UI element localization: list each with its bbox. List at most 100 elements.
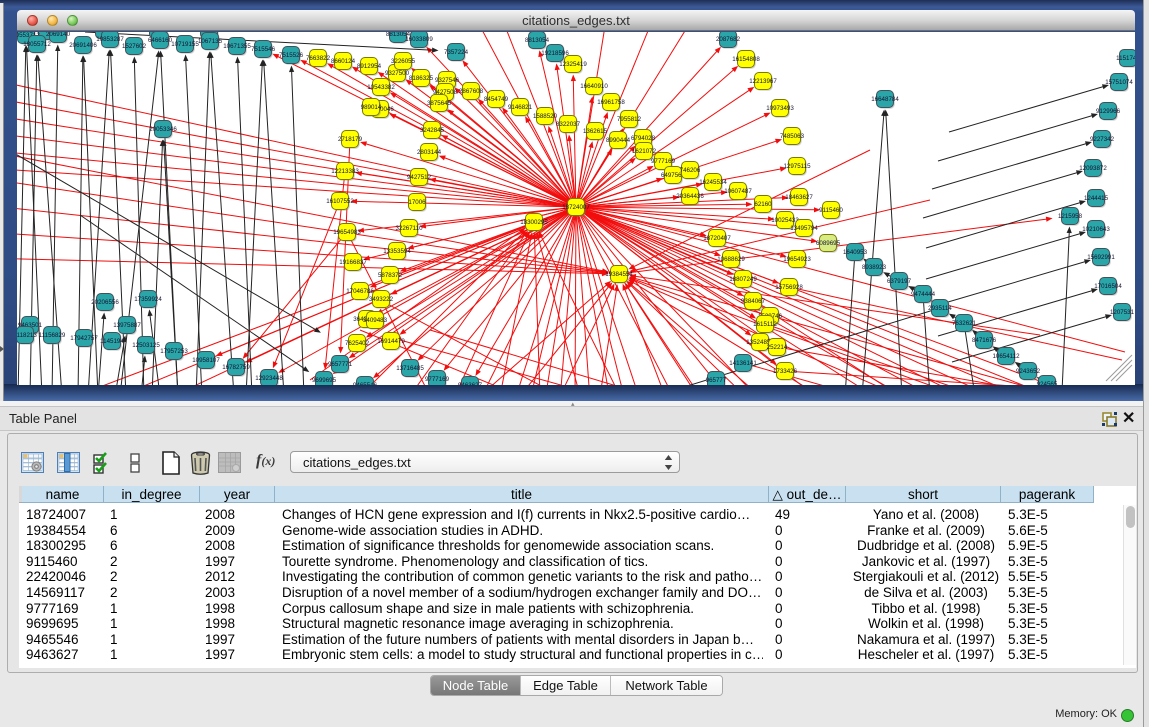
svg-text:19166837: 19166837 [339,259,367,266]
svg-text:16245534: 16245534 [699,179,727,186]
svg-text:17006: 17006 [408,199,426,206]
svg-text:2803144: 2803144 [417,149,442,156]
svg-text:3875645: 3875645 [427,100,452,107]
svg-text:6089695: 6089695 [816,240,841,247]
svg-text:9465546: 9465546 [353,382,378,385]
svg-text:9327546: 9327546 [435,77,460,84]
svg-text:10719155: 10719155 [171,41,199,48]
svg-text:9115460: 9115460 [819,207,843,214]
svg-text:924565: 924565 [1037,381,1058,385]
svg-text:16961758: 16961758 [597,99,625,106]
svg-text:1588520: 1588520 [533,113,558,120]
svg-text:8454749: 8454749 [484,96,509,103]
svg-text:1621072: 1621072 [632,148,657,155]
svg-text:7625402: 7625402 [345,340,370,347]
svg-text:9384067: 9384067 [741,298,766,305]
svg-text:9657771: 9657771 [328,361,353,368]
svg-text:9243652: 9243652 [1016,368,1041,375]
svg-text:17957253: 17957253 [160,348,188,355]
svg-text:14136141: 14136141 [729,360,757,367]
svg-text:16640910: 16640910 [580,83,608,90]
svg-text:12503125: 12503125 [132,342,160,349]
svg-text:15692991: 15692991 [1087,254,1115,261]
svg-text:10543382: 10543382 [367,84,395,91]
svg-text:3226055: 3226055 [391,58,416,65]
svg-text:7485063: 7485063 [780,133,805,140]
svg-text:15756928: 15756928 [775,284,803,291]
svg-text:19654923: 19654923 [783,256,811,263]
svg-text:32267110: 32267110 [395,225,423,232]
svg-text:1151742: 1151742 [1116,55,1135,62]
svg-text:12213383: 12213383 [331,168,359,175]
svg-text:1615112: 1615112 [753,321,777,328]
svg-text:11156829: 11156829 [39,332,66,339]
svg-text:6794028: 6794028 [631,135,656,142]
svg-text:8813054: 8813054 [525,37,550,44]
svg-text:8660124: 8660124 [331,58,356,65]
svg-text:746206: 746206 [680,167,701,174]
svg-text:16782759: 16782759 [222,364,250,371]
svg-text:9463627: 9463627 [458,382,483,385]
svg-text:2087682: 2087682 [716,36,741,43]
svg-text:18724007: 18724007 [562,204,590,211]
svg-text:13975887: 13975887 [113,322,141,329]
svg-text:3493222: 3493222 [369,296,394,303]
svg-text:10958107: 10958107 [192,357,220,364]
svg-text:9777169: 9777169 [425,376,450,383]
svg-text:8990444: 8990444 [606,137,631,144]
svg-text:20691406: 20691406 [69,42,97,49]
svg-text:8322037: 8322037 [556,121,581,128]
svg-text:2069140: 2069140 [46,32,71,38]
svg-text:1640953: 1640953 [843,249,868,256]
svg-text:20364436: 20364436 [676,193,704,200]
svg-text:10654112: 10654112 [992,353,1020,360]
svg-text:10853287: 10853287 [96,36,124,43]
svg-text:5878372: 5878372 [378,272,403,279]
svg-text:10671355: 10671355 [223,43,251,50]
svg-text:1067135: 1067135 [198,38,223,45]
svg-text:9777169: 9777169 [651,158,676,165]
svg-text:13716485: 13716485 [396,365,424,372]
svg-text:13353594: 13353594 [383,248,411,255]
svg-text:12325419: 12325419 [559,61,587,68]
svg-text:989014: 989014 [361,104,382,111]
svg-text:8471676: 8471676 [972,337,997,344]
svg-text:9227342: 9227342 [1090,136,1115,143]
svg-text:13495794: 13495794 [790,225,818,232]
svg-text:3409483: 3409483 [363,317,388,324]
svg-text:9327500: 9327500 [385,70,410,77]
svg-text:965777: 965777 [706,377,727,384]
svg-text:10607487: 10607487 [724,188,752,195]
svg-text:8186325: 8186325 [409,75,434,82]
svg-text:17359924: 17359924 [134,296,162,303]
svg-text:17016504: 17016504 [1094,283,1122,290]
svg-text:12213967: 12213967 [749,78,777,85]
svg-text:9118213: 9118213 [17,332,37,339]
svg-text:12093872: 12093872 [1079,165,1107,172]
svg-text:18463627: 18463627 [785,194,813,201]
svg-text:15751074: 15751074 [1105,79,1133,86]
svg-text:6379197: 6379197 [887,278,912,285]
svg-text:18807249: 18807249 [729,276,757,283]
svg-text:8912954: 8912954 [357,63,382,70]
svg-text:18720407: 18720407 [703,235,731,242]
svg-text:9427512: 9427512 [407,174,432,181]
svg-text:62160: 62160 [754,201,772,208]
svg-text:17942757: 17942757 [70,335,98,342]
svg-text:19654983: 19654983 [333,229,361,236]
svg-text:1145194: 1145194 [100,338,124,345]
svg-text:7663822: 7663822 [306,55,331,62]
svg-text:16648784: 16648784 [871,96,899,103]
svg-text:10973493: 10973493 [766,105,794,112]
svg-text:16154808: 16154808 [732,56,760,63]
svg-text:1215958: 1215958 [1058,213,1083,220]
svg-text:19384554: 19384554 [605,271,633,278]
svg-text:9129966: 9129966 [1096,108,1121,115]
svg-text:7357224: 7357224 [444,49,469,56]
svg-text:2867608: 2867608 [459,88,484,95]
svg-text:2935114: 2935114 [928,305,952,312]
svg-text:6466160: 6466160 [148,37,173,44]
svg-text:20053346: 20053346 [149,126,177,133]
svg-text:16914479: 16914479 [377,338,405,345]
svg-text:20206556: 20206556 [91,299,119,306]
